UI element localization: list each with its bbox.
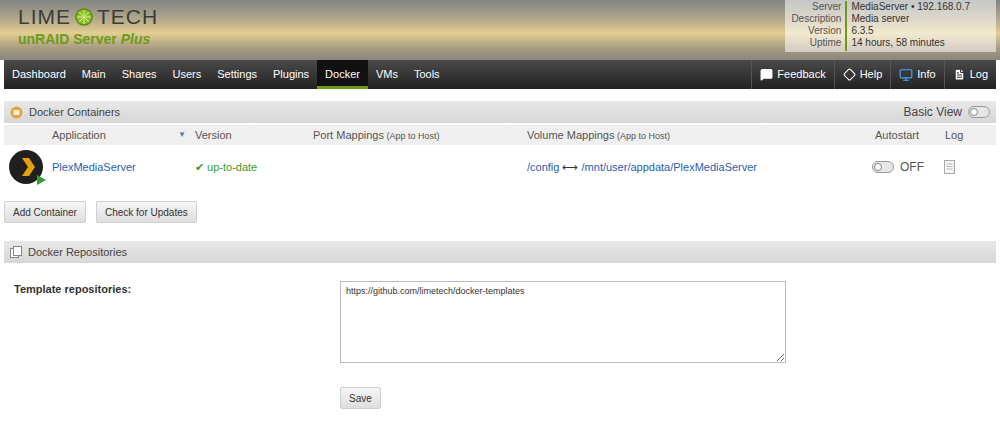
- action-button[interactable]: Add Container: [4, 201, 86, 223]
- info-icon: [899, 68, 913, 82]
- nav-link[interactable]: Help: [834, 60, 891, 89]
- toggle-knob: [874, 163, 882, 171]
- column-header[interactable]: Log: [940, 127, 996, 144]
- version-status: ✔ up-to-date: [190, 159, 308, 176]
- lime-icon: [74, 7, 94, 27]
- repositories-icon: [10, 246, 22, 258]
- nav-tab[interactable]: Dashboard: [4, 60, 74, 89]
- banner: LIME TECH unRAID Server Plus ServerDescript…: [0, 0, 1000, 60]
- save-button[interactable]: Save: [340, 387, 381, 409]
- column-header[interactable]: Application▼: [4, 127, 190, 144]
- check-icon: ✔: [195, 161, 204, 173]
- sort-indicator: ▼: [178, 129, 186, 141]
- basic-view-toggle[interactable]: [968, 106, 990, 118]
- volume-mapping: /config ⟷ /mnt/user/appdata/PlexMediaSer…: [522, 159, 870, 176]
- nav-tab[interactable]: VMs: [368, 60, 406, 89]
- section-header: Docker Repositories: [4, 241, 996, 263]
- nav-link[interactable]: Info: [890, 60, 943, 89]
- server-info-value: 14 hours, 58 minutes: [851, 37, 970, 49]
- server-info-value: 6.3.5: [851, 25, 970, 37]
- logo: LIME TECH unRAID Server Plus: [0, 0, 158, 60]
- logo-brand-right: TECH: [97, 6, 158, 28]
- section-title: Docker Repositories: [28, 244, 127, 261]
- nav-tab[interactable]: Main: [74, 60, 114, 89]
- nav-tab[interactable]: Docker: [317, 60, 368, 89]
- log-file-icon[interactable]: [944, 160, 955, 174]
- nav-tab[interactable]: Settings: [209, 60, 265, 89]
- docker-section-icon: [10, 106, 23, 119]
- nav-tab[interactable]: Users: [165, 60, 210, 89]
- autostart-label: OFF: [900, 158, 924, 176]
- log-icon: [953, 68, 966, 81]
- table-header: Application▼VersionPort Mappings (App to…: [4, 125, 996, 145]
- basic-view-label: Basic View: [904, 103, 962, 121]
- help-icon: [843, 68, 856, 81]
- server-info-value: MediaServer • 192.168.0.7: [851, 1, 970, 13]
- page: LIME TECH unRAID Server Plus ServerDescript…: [0, 0, 1000, 436]
- started-icon: [36, 175, 46, 185]
- nav-tab[interactable]: Tools: [406, 60, 448, 89]
- server-info: ServerDescriptionVersionUptime MediaServe…: [785, 0, 996, 52]
- template-repositories-input[interactable]: https://github.com/limetech/docker-templ…: [340, 281, 786, 363]
- server-info-label: Server: [812, 1, 841, 13]
- feedback-icon: [760, 68, 773, 81]
- section-header: Docker Containers Basic View: [4, 101, 996, 123]
- section-title: Docker Containers: [29, 104, 120, 121]
- mapping-arrow: ⟷: [562, 161, 578, 173]
- nav-link[interactable]: Feedback: [751, 60, 833, 89]
- nav-link[interactable]: Log: [944, 60, 996, 89]
- nav-bar: DashboardMainSharesUsersSettingsPluginsD…: [4, 60, 996, 89]
- column-header[interactable]: Version: [190, 127, 308, 144]
- column-header[interactable]: Autostart: [870, 127, 940, 144]
- logo-brand-left: LIME: [18, 6, 71, 28]
- template-repositories-label: Template repositories:: [4, 281, 340, 409]
- column-header[interactable]: Port Mappings (App to Host): [308, 127, 522, 144]
- app-name[interactable]: PlexMediaServer: [52, 159, 136, 176]
- app-icon[interactable]: [8, 149, 44, 185]
- nav-tab[interactable]: Plugins: [265, 60, 317, 89]
- autostart-toggle[interactable]: [872, 161, 894, 173]
- nav-tab[interactable]: Shares: [114, 60, 165, 89]
- server-info-label: Version: [808, 25, 841, 37]
- table-row: PlexMediaServer ✔ up-to-date/config ⟷ /mn…: [4, 145, 996, 189]
- logo-product: unRAID Server: [18, 31, 117, 47]
- server-info-value: Media server: [851, 13, 970, 25]
- server-info-label: Uptime: [810, 37, 842, 49]
- toggle-knob: [970, 108, 978, 116]
- action-button[interactable]: Check for Updates: [96, 201, 197, 223]
- column-header[interactable]: Volume Mappings (App to Host): [522, 127, 870, 144]
- logo-edition: Plus: [121, 31, 151, 47]
- server-info-label: Description: [791, 13, 841, 25]
